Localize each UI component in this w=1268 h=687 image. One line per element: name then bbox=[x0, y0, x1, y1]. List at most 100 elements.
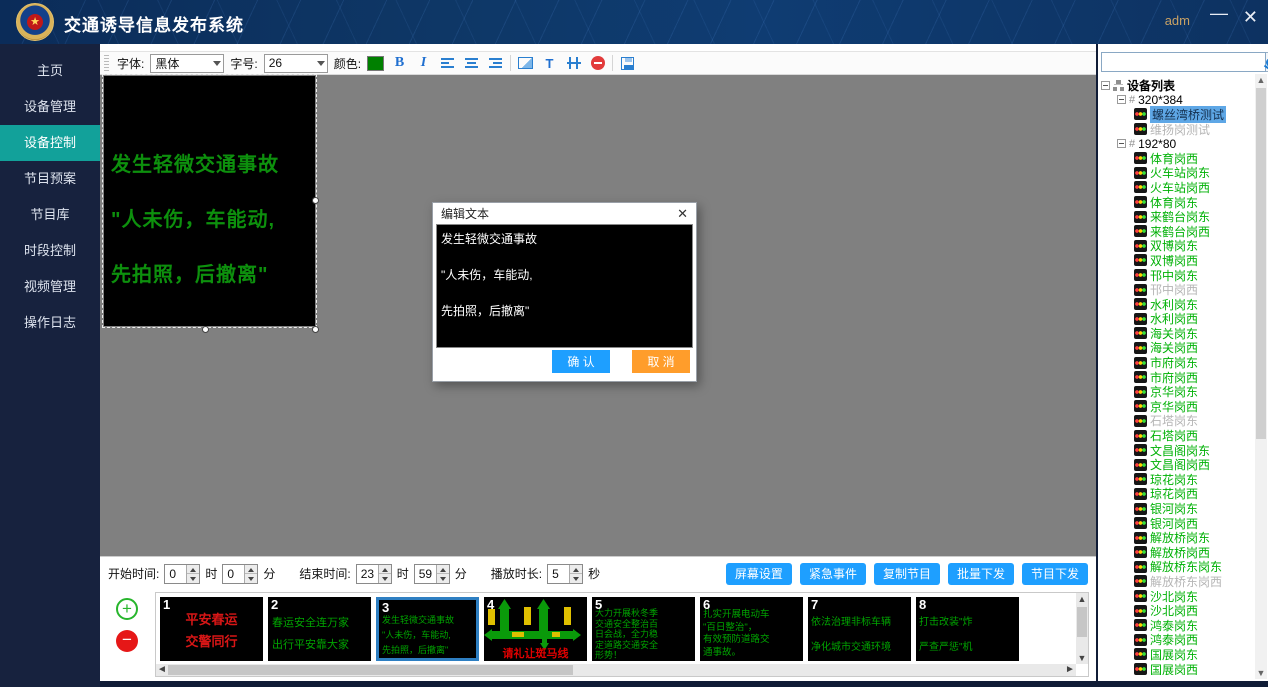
device-item[interactable]: 双博岗东 bbox=[1101, 239, 1254, 254]
action-button-3[interactable]: 批量下发 bbox=[948, 563, 1014, 585]
device-search-input[interactable] bbox=[1101, 52, 1266, 72]
dialog-close-icon[interactable]: ✕ bbox=[677, 206, 688, 222]
remove-program-button[interactable]: − bbox=[116, 630, 138, 652]
device-item[interactable]: 解放桥岗东 bbox=[1101, 530, 1254, 545]
device-item[interactable]: 水利岗西 bbox=[1101, 312, 1254, 327]
sidebar-item-7[interactable]: 操作日志 bbox=[0, 305, 100, 341]
end-minute-input[interactable]: 59 bbox=[414, 564, 450, 584]
device-item[interactable]: 火车站岗东 bbox=[1101, 166, 1254, 181]
close-button[interactable]: ✕ bbox=[1243, 6, 1258, 28]
spinner[interactable] bbox=[186, 565, 199, 583]
device-item[interactable]: 国展岗东 bbox=[1101, 647, 1254, 662]
led-preview[interactable]: 发生轻微交通事故"人未伤，车能动,先拍照，后撤离" bbox=[104, 76, 315, 326]
device-item[interactable]: 琼花岗西 bbox=[1101, 487, 1254, 502]
device-item[interactable]: 鸿泰岗东 bbox=[1101, 618, 1254, 633]
sidebar-item-4[interactable]: 节目库 bbox=[0, 197, 100, 233]
device-item[interactable]: 体育岗东 bbox=[1101, 195, 1254, 210]
device-item[interactable]: 海关岗西 bbox=[1101, 341, 1254, 356]
action-button-0[interactable]: 屏幕设置 bbox=[726, 563, 792, 585]
sidebar-item-0[interactable]: 主页 bbox=[0, 53, 100, 89]
color-swatch[interactable] bbox=[367, 56, 384, 71]
spinner[interactable] bbox=[436, 565, 449, 583]
align-center-icon[interactable] bbox=[462, 54, 481, 72]
text-icon[interactable]: T bbox=[540, 54, 559, 72]
collapse-icon[interactable] bbox=[1117, 139, 1126, 148]
device-item[interactable]: 水利岗东 bbox=[1101, 297, 1254, 312]
font-size-select[interactable]: 26 bbox=[264, 54, 328, 73]
device-item[interactable]: 沙北岗东 bbox=[1101, 589, 1254, 604]
start-hour-input[interactable]: 0 bbox=[164, 564, 200, 584]
device-item[interactable]: 火车站岗西 bbox=[1101, 180, 1254, 195]
program-thumb-2[interactable]: 2春运安全连万家出行平安靠大家 bbox=[268, 597, 371, 661]
device-item[interactable]: 文昌阁岗东 bbox=[1101, 443, 1254, 458]
sidebar-item-3[interactable]: 节目预案 bbox=[0, 161, 100, 197]
device-item[interactable]: 体育岗西 bbox=[1101, 151, 1254, 166]
device-item[interactable]: 邗中岗西 bbox=[1101, 282, 1254, 297]
spinner[interactable] bbox=[569, 565, 582, 583]
delete-icon[interactable] bbox=[588, 54, 607, 72]
device-item[interactable]: 鸿泰岗西 bbox=[1101, 633, 1254, 648]
tree-root[interactable]: 设备列表 bbox=[1101, 78, 1254, 93]
bold-icon[interactable]: B bbox=[390, 54, 409, 72]
device-item[interactable]: 来鹤台岗西 bbox=[1101, 224, 1254, 239]
duration-input[interactable]: 5 bbox=[547, 564, 583, 584]
device-tree-scrollbar[interactable]: ▲▼ bbox=[1255, 74, 1267, 679]
spinner[interactable] bbox=[244, 565, 257, 583]
minimize-button[interactable]: — bbox=[1210, 2, 1228, 24]
italic-icon[interactable]: I bbox=[414, 54, 433, 72]
program-thumb-1[interactable]: 1平安春运交警同行 bbox=[160, 597, 263, 661]
tree-group-320*384[interactable]: #320*384 bbox=[1101, 93, 1254, 108]
device-item[interactable]: 来鹤台岗东 bbox=[1101, 209, 1254, 224]
device-item[interactable]: 维扬岗测试 bbox=[1101, 122, 1254, 137]
tree-group-192*80[interactable]: #192*80 bbox=[1101, 136, 1254, 151]
program-thumb-8[interactable]: 8打击改装"炸严查严惩"机 bbox=[916, 597, 1019, 661]
device-item[interactable]: 解放桥岗西 bbox=[1101, 545, 1254, 560]
action-button-2[interactable]: 复制节目 bbox=[874, 563, 940, 585]
program-thumb-4[interactable]: 4请礼让斑马线 bbox=[484, 597, 587, 661]
device-item[interactable]: 国展岗西 bbox=[1101, 662, 1254, 675]
device-item[interactable]: 银河岗西 bbox=[1101, 516, 1254, 531]
spinner[interactable] bbox=[378, 565, 391, 583]
end-hour-input[interactable]: 23 bbox=[356, 564, 392, 584]
resize-handle-bottom[interactable] bbox=[202, 326, 209, 333]
align-right-icon[interactable] bbox=[486, 54, 505, 72]
font-select[interactable]: 黑体 bbox=[150, 54, 224, 73]
sidebar-item-2[interactable]: 设备控制 bbox=[0, 125, 100, 161]
device-item[interactable]: 石塔岗东 bbox=[1101, 414, 1254, 429]
resize-handle-right[interactable] bbox=[312, 197, 319, 204]
device-item[interactable]: 螺丝湾桥测试 bbox=[1101, 107, 1254, 122]
cancel-button[interactable]: 取 消 bbox=[632, 350, 690, 373]
confirm-button[interactable]: 确 认 bbox=[552, 350, 610, 373]
device-item[interactable]: 邗中岗东 bbox=[1101, 268, 1254, 283]
sidebar-item-1[interactable]: 设备管理 bbox=[0, 89, 100, 125]
device-item[interactable]: 解放桥东岗西 bbox=[1101, 574, 1254, 589]
dialog-textarea[interactable]: 发生轻微交通事故 "人未伤，车能动, 先拍照，后撤离" bbox=[436, 224, 693, 348]
device-item[interactable]: 石塔岗西 bbox=[1101, 428, 1254, 443]
program-thumb-3[interactable]: 3发生轻微交通事故"人未伤，车能动,先拍照，后撤离" bbox=[376, 597, 479, 661]
device-item[interactable]: 海关岗东 bbox=[1101, 326, 1254, 341]
device-item[interactable]: 京华岗东 bbox=[1101, 384, 1254, 399]
action-button-4[interactable]: 节目下发 bbox=[1022, 563, 1088, 585]
align-left-icon[interactable] bbox=[438, 54, 457, 72]
device-item[interactable]: 市府岗东 bbox=[1101, 355, 1254, 370]
device-item[interactable]: 沙北岗西 bbox=[1101, 603, 1254, 618]
collapse-icon[interactable] bbox=[1101, 81, 1110, 90]
add-program-button[interactable]: + bbox=[116, 598, 138, 620]
device-item[interactable]: 市府岗西 bbox=[1101, 370, 1254, 385]
device-item[interactable]: 琼花岗东 bbox=[1101, 472, 1254, 487]
start-minute-input[interactable]: 0 bbox=[222, 564, 258, 584]
resize-handle-corner[interactable] bbox=[312, 326, 319, 333]
device-item[interactable]: 京华岗西 bbox=[1101, 399, 1254, 414]
collapse-icon[interactable] bbox=[1117, 95, 1126, 104]
program-thumb-5[interactable]: 5大力开展秋冬季交通安全整治百日会战，全力稳定道路交通安全形势！ bbox=[592, 597, 695, 661]
sidebar-item-6[interactable]: 视频管理 bbox=[0, 269, 100, 305]
device-item[interactable]: 银河岗东 bbox=[1101, 501, 1254, 516]
program-vertical-scrollbar[interactable]: ▲▼ bbox=[1076, 593, 1088, 664]
action-button-1[interactable]: 紧急事件 bbox=[800, 563, 866, 585]
device-item[interactable]: 解放桥东岗东 bbox=[1101, 560, 1254, 575]
save-icon[interactable] bbox=[618, 54, 637, 72]
road-icon[interactable] bbox=[564, 54, 583, 72]
program-thumb-7[interactable]: 7依法治理非标车辆净化城市交通环境 bbox=[808, 597, 911, 661]
program-thumb-6[interactable]: 6扎实开展电动车"百日整治"，有效预防道路交通事故。 bbox=[700, 597, 803, 661]
device-item[interactable]: 文昌阁岗西 bbox=[1101, 457, 1254, 472]
